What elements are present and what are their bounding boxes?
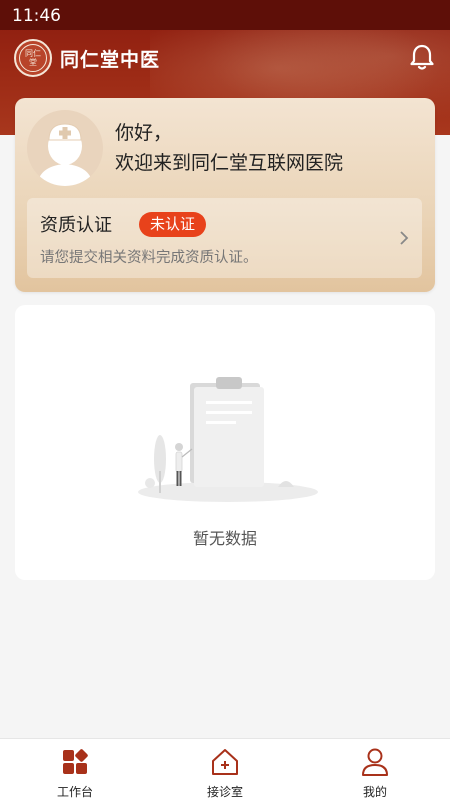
tab-consultation-room[interactable]: 接诊室 xyxy=(150,739,300,800)
greeting-text: 你好， 欢迎来到同仁堂互联网医院 xyxy=(115,118,343,178)
brand-logo: 同仁堂 同仁堂中医 xyxy=(14,38,160,78)
notification-button[interactable] xyxy=(408,42,436,72)
brand-name: 同仁堂中医 xyxy=(60,48,161,71)
tab-workbench-label: 工作台 xyxy=(56,785,93,799)
tab-consultation-label: 接诊室 xyxy=(206,785,243,799)
house-plus-icon xyxy=(212,749,238,775)
status-bar: 11:46 xyxy=(0,0,450,30)
empty-state-card: 暂无数据 xyxy=(15,305,435,580)
greeting-welcome: 欢迎来到同仁堂互联网医院 xyxy=(115,152,344,174)
empty-state-message: 暂无数据 xyxy=(192,529,257,548)
seal-logo-icon: 同仁堂 xyxy=(14,39,52,77)
empty-clipboard-illustration xyxy=(138,377,318,502)
chevron-right-icon xyxy=(400,231,409,245)
doctor-avatar xyxy=(27,110,103,186)
certification-title: 资质认证 xyxy=(40,215,112,236)
profile-card: 你好， 欢迎来到同仁堂互联网医院 资质认证 未认证 请您提交相关资料完成资质认证… xyxy=(15,98,435,292)
tab-mine-label: 我的 xyxy=(362,785,387,799)
certification-description: 请您提交相关资料完成资质认证。 xyxy=(40,250,258,266)
tab-workbench[interactable]: 工作台 xyxy=(0,739,150,800)
bell-icon xyxy=(410,44,434,70)
doctor-avatar-icon xyxy=(37,123,93,186)
person-icon xyxy=(362,748,388,776)
bottom-tab-bar: 工作台 接诊室 我的 xyxy=(0,738,450,800)
status-time: 11:46 xyxy=(12,6,61,26)
grid-icon xyxy=(63,749,88,774)
certification-row[interactable]: 资质认证 未认证 请您提交相关资料完成资质认证。 xyxy=(27,198,422,278)
seal-inner: 同仁堂 xyxy=(19,44,47,72)
tab-mine[interactable]: 我的 xyxy=(300,739,450,800)
greeting-hello: 你好， xyxy=(115,122,173,144)
certification-status-badge: 未认证 xyxy=(139,212,207,237)
